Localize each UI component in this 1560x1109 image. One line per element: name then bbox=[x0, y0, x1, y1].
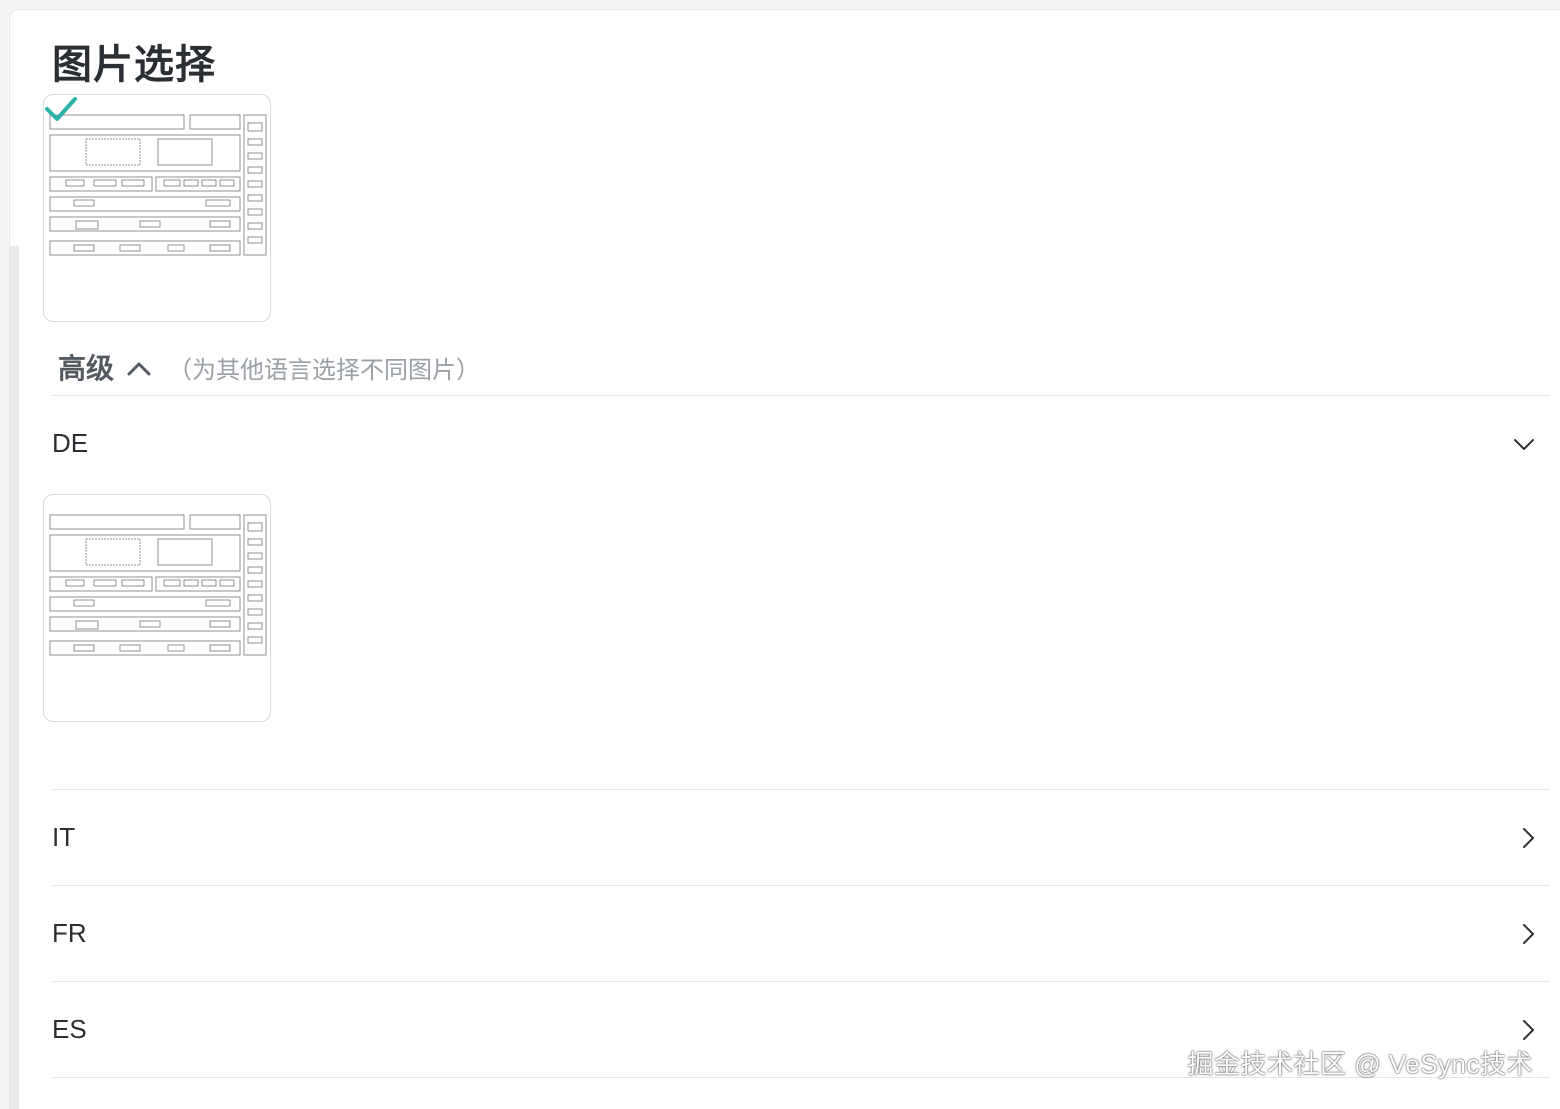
de-image-thumbnail[interactable] bbox=[43, 494, 271, 722]
page-title: 图片选择 bbox=[52, 43, 216, 87]
diagram-preview-image bbox=[49, 114, 267, 256]
language-row-it[interactable]: IT bbox=[52, 790, 1550, 885]
main-image-thumbnail[interactable] bbox=[43, 94, 271, 322]
language-code: DE bbox=[52, 428, 89, 458]
selected-check-icon bbox=[45, 97, 77, 121]
advanced-toggle[interactable]: 高级 （为其他语言选择不同图片） bbox=[58, 348, 480, 386]
language-code: FR bbox=[52, 918, 87, 948]
advanced-hint: （为其他语言选择不同图片） bbox=[168, 356, 481, 384]
image-selection-panel: 图片选择 高级 （为其他语言选择不同图片） DE IT FR ES 掘金技术社区… bbox=[9, 9, 1560, 1109]
advanced-label: 高级 bbox=[58, 353, 115, 384]
left-scroll-edge bbox=[10, 246, 19, 1109]
language-row-fr[interactable]: FR bbox=[52, 886, 1550, 981]
language-code: ES bbox=[52, 1014, 87, 1044]
diagram-preview-image bbox=[49, 514, 267, 656]
language-row-de[interactable]: DE bbox=[52, 396, 1550, 491]
chevron-up-icon bbox=[127, 362, 151, 376]
watermark: 掘金技术社区 @ VeSync技术 bbox=[1187, 1049, 1533, 1079]
language-code: IT bbox=[52, 822, 76, 852]
chevron-right-icon bbox=[1523, 1019, 1534, 1040]
chevron-right-icon bbox=[1523, 827, 1534, 848]
chevron-right-icon bbox=[1523, 923, 1534, 944]
chevron-down-icon bbox=[1514, 438, 1534, 450]
